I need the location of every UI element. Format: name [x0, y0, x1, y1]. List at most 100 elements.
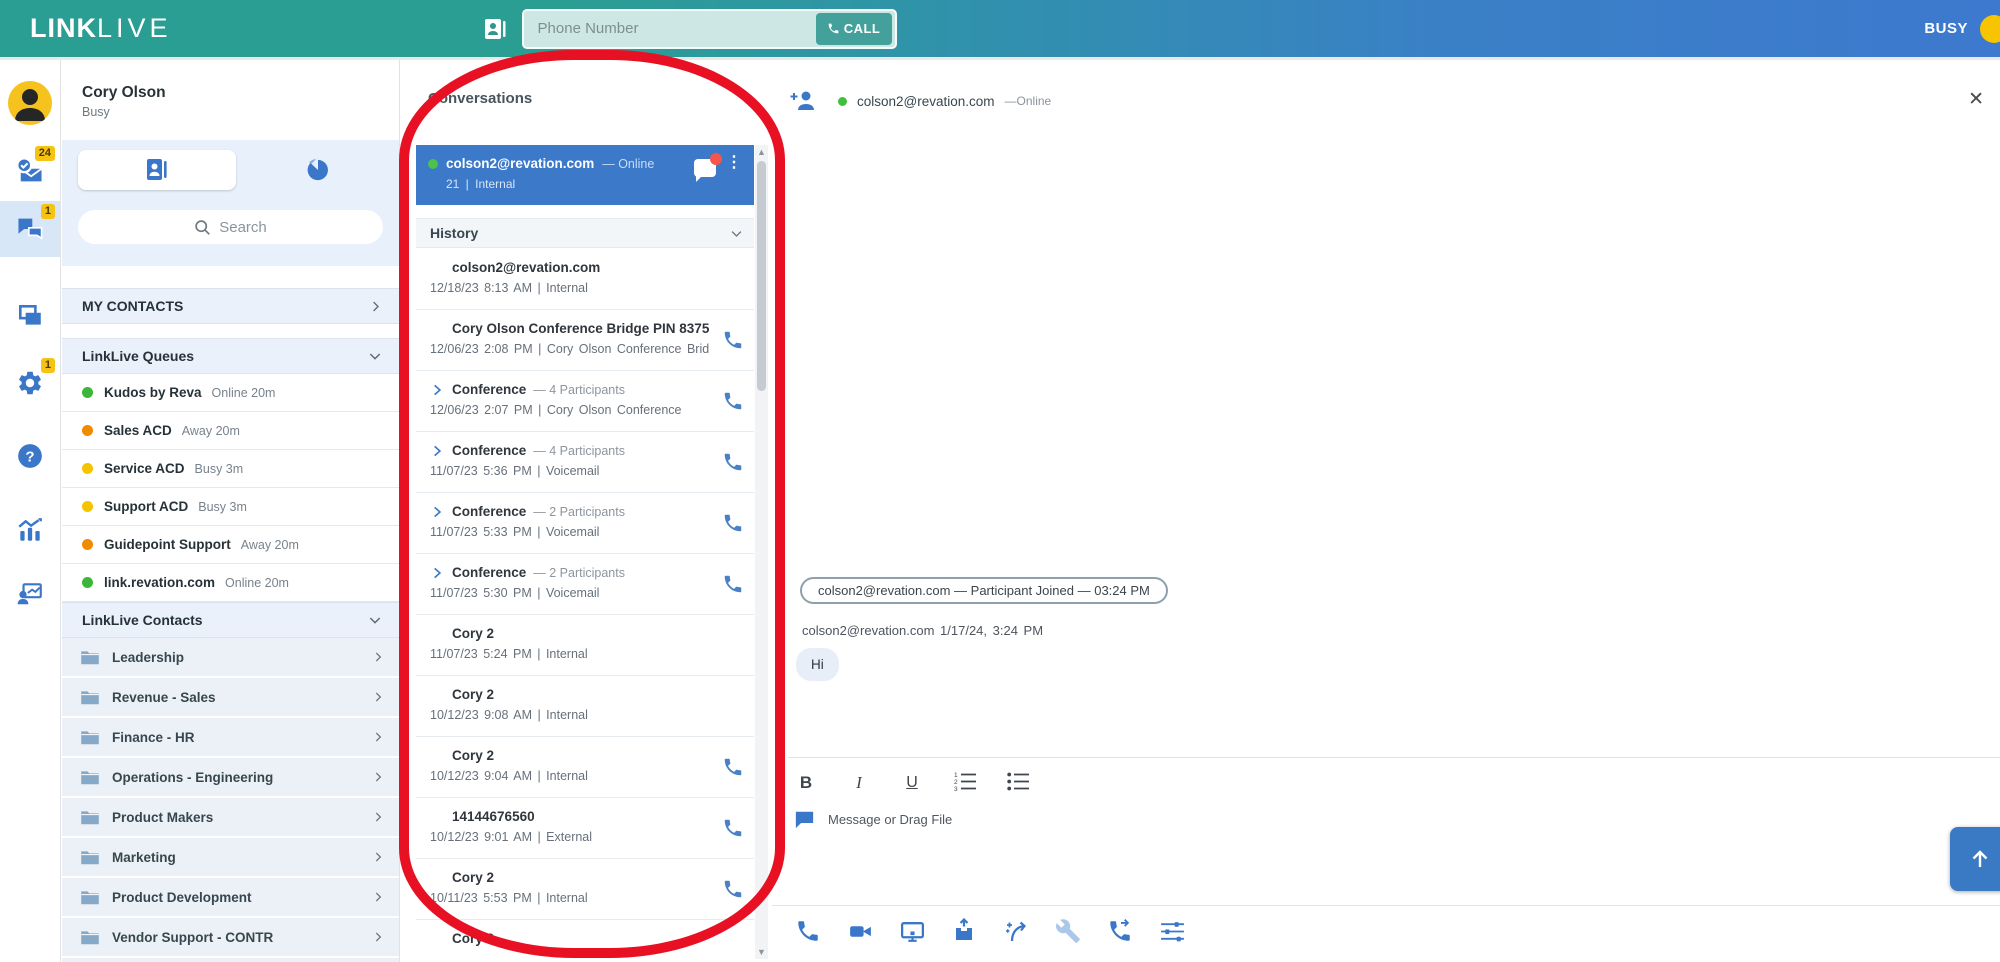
history-item[interactable]: Cory 2 — [416, 920, 754, 962]
active-conversation[interactable]: colson2@revation.com — Online 21 | Inter… — [416, 145, 754, 205]
history-channel-icon — [722, 817, 746, 841]
message-input[interactable]: Message or Drag File — [794, 810, 952, 829]
history-item[interactable]: Conference — 4 Participants 12/06/23 2:0… — [416, 371, 754, 432]
scrollbar-thumb[interactable] — [757, 161, 766, 391]
history-item[interactable]: Cory 2 11/07/23 5:24 PM | Internal — [416, 615, 754, 676]
conversation-menu-icon[interactable]: ⋮ — [726, 155, 742, 171]
history-meta: 10/11/23 5:53 PM | Internal — [430, 891, 588, 905]
queue-status: Away 20m — [240, 537, 299, 552]
call-settings-button[interactable] — [1158, 917, 1186, 945]
contact-folder-row[interactable]: Operations - Engineering — [62, 758, 399, 796]
inbox-badge: 24 — [34, 146, 55, 161]
sidebar-tabs — [62, 150, 399, 190]
folder-name: Marketing — [112, 849, 176, 865]
call-button[interactable]: CALL — [815, 12, 892, 45]
chevron-right-icon — [371, 730, 385, 744]
sidebar-item-inbox[interactable]: 24 — [0, 143, 60, 199]
send-button[interactable] — [1950, 827, 2000, 891]
underline-button[interactable]: U — [901, 774, 923, 792]
history-scrollbar[interactable]: ▲ ▼ — [755, 145, 768, 959]
folder-name: Product Development — [112, 889, 252, 905]
contact-folder-row[interactable]: Revenue - Sales — [62, 678, 399, 716]
history-item[interactable]: Conference — 2 Participants 11/07/23 5:3… — [416, 493, 754, 554]
history-participants: — 4 Participants — [533, 443, 625, 458]
sidebar-item-windows[interactable] — [0, 288, 60, 344]
bullet-list-button[interactable] — [1007, 770, 1029, 796]
queue-row[interactable]: Support ACD Busy 3m — [62, 488, 399, 526]
sidebar-item-settings[interactable]: 1 — [0, 355, 60, 411]
history-item[interactable]: Cory 2 10/12/23 9:04 AM | Internal — [416, 737, 754, 798]
transfer-call-button[interactable] — [1106, 917, 1134, 945]
file-share-button[interactable] — [950, 917, 978, 945]
sidebar-item-help[interactable]: ? — [0, 428, 60, 484]
scroll-up-icon[interactable]: ▲ — [755, 145, 768, 159]
history-item[interactable]: Cory 2 10/11/23 5:53 PM | Internal — [416, 859, 754, 920]
history-item[interactable]: Cory Olson Conference Bridge PIN 8375 12… — [416, 310, 754, 371]
sidebar-item-presentation[interactable] — [0, 566, 60, 622]
call-button-label: CALL — [843, 21, 881, 36]
sidebar-item-analytics[interactable] — [0, 503, 60, 559]
contact-folder-row[interactable]: Leadership — [62, 638, 399, 676]
queue-row[interactable]: link.revation.com Online 20m — [62, 564, 399, 602]
close-icon[interactable]: ✕ — [1968, 90, 1984, 110]
expand-chevron-icon[interactable] — [430, 505, 452, 519]
queue-row[interactable]: Service ACD Busy 3m — [62, 450, 399, 488]
sidebar-tabs-block: Search — [62, 140, 399, 266]
voice-call-button[interactable] — [794, 917, 822, 945]
tools-button[interactable] — [1054, 917, 1082, 945]
section-linklive-contacts[interactable]: LinkLive Contacts — [62, 602, 399, 638]
bold-button[interactable]: B — [795, 773, 817, 793]
format-toolbar: B I U 123 — [795, 770, 1029, 796]
video-call-button[interactable] — [846, 917, 874, 945]
presence-dot-icon — [82, 425, 93, 436]
add-participant-icon[interactable] — [790, 88, 818, 114]
history-item-line: colson2@revation.com — [430, 260, 712, 275]
expand-chevron-icon[interactable] — [430, 444, 452, 458]
history-item[interactable]: Cory 2 10/12/23 9:08 AM | Internal — [416, 676, 754, 737]
queue-status: Online 20m — [211, 385, 276, 400]
history-item-line: Conference — 4 Participants — [430, 382, 712, 397]
history-item[interactable]: colson2@revation.com 12/18/23 8:13 AM | … — [416, 249, 754, 310]
queue-row[interactable]: Kudos by Reva Online 20m — [62, 374, 399, 412]
tab-queues-stats[interactable] — [236, 158, 399, 182]
contact-folder-row[interactable]: Vendor Support - CONTR — [62, 918, 399, 956]
section-linklive-queues[interactable]: LinkLive Queues — [62, 338, 399, 374]
svg-text:3: 3 — [954, 786, 958, 791]
scroll-down-icon[interactable]: ▼ — [755, 945, 768, 959]
expand-chevron-icon[interactable] — [430, 383, 452, 397]
call-toolbar — [794, 917, 1186, 945]
magic-actions-button[interactable] — [1002, 917, 1030, 945]
composer-divider — [788, 757, 2000, 758]
screen-share-button[interactable] — [898, 917, 926, 945]
sidebar-item-chats[interactable]: 1 — [0, 201, 60, 257]
phone-number-box: CALL — [521, 8, 897, 49]
contact-folder-row[interactable]: Product Development — [62, 878, 399, 916]
queue-row[interactable]: Guidepoint Support Away 20m — [62, 526, 399, 564]
contact-card-icon[interactable] — [482, 16, 508, 42]
toolbar-divider — [772, 905, 2000, 906]
profile-avatar[interactable] — [0, 75, 60, 131]
contact-folder-row[interactable]: Huddles — [62, 958, 399, 962]
tab-contacts[interactable] — [78, 150, 236, 190]
queue-name: Service ACD — [104, 461, 185, 476]
history-section-header[interactable]: History — [416, 218, 754, 248]
section-my-contacts[interactable]: MY CONTACTS — [62, 288, 399, 324]
section-label: MY CONTACTS — [82, 298, 184, 314]
contact-folder-row[interactable]: Marketing — [62, 838, 399, 876]
folder-name: Finance - HR — [112, 729, 195, 745]
phone-number-input[interactable] — [523, 20, 816, 37]
italic-button[interactable]: I — [848, 773, 870, 793]
contact-folder-row[interactable]: Finance - HR — [62, 718, 399, 756]
queue-row[interactable]: Sales ACD Away 20m — [62, 412, 399, 450]
history-item-line: Cory 2 — [430, 626, 712, 641]
history-channel-icon — [722, 329, 746, 353]
history-item[interactable]: Conference — 2 Participants 11/07/23 5:3… — [416, 554, 754, 615]
search-input[interactable]: Search — [78, 210, 383, 244]
history-item[interactable]: 14144676560 10/12/23 9:01 AM | External — [416, 798, 754, 859]
agent-status-chip[interactable]: BUSY — [1924, 0, 2000, 57]
history-item[interactable]: Conference — 4 Participants 11/07/23 5:3… — [416, 432, 754, 493]
contact-folder-row[interactable]: Product Makers — [62, 798, 399, 836]
ordered-list-button[interactable]: 123 — [954, 770, 976, 796]
conversations-title: Conversations — [428, 90, 533, 107]
expand-chevron-icon[interactable] — [430, 566, 452, 580]
